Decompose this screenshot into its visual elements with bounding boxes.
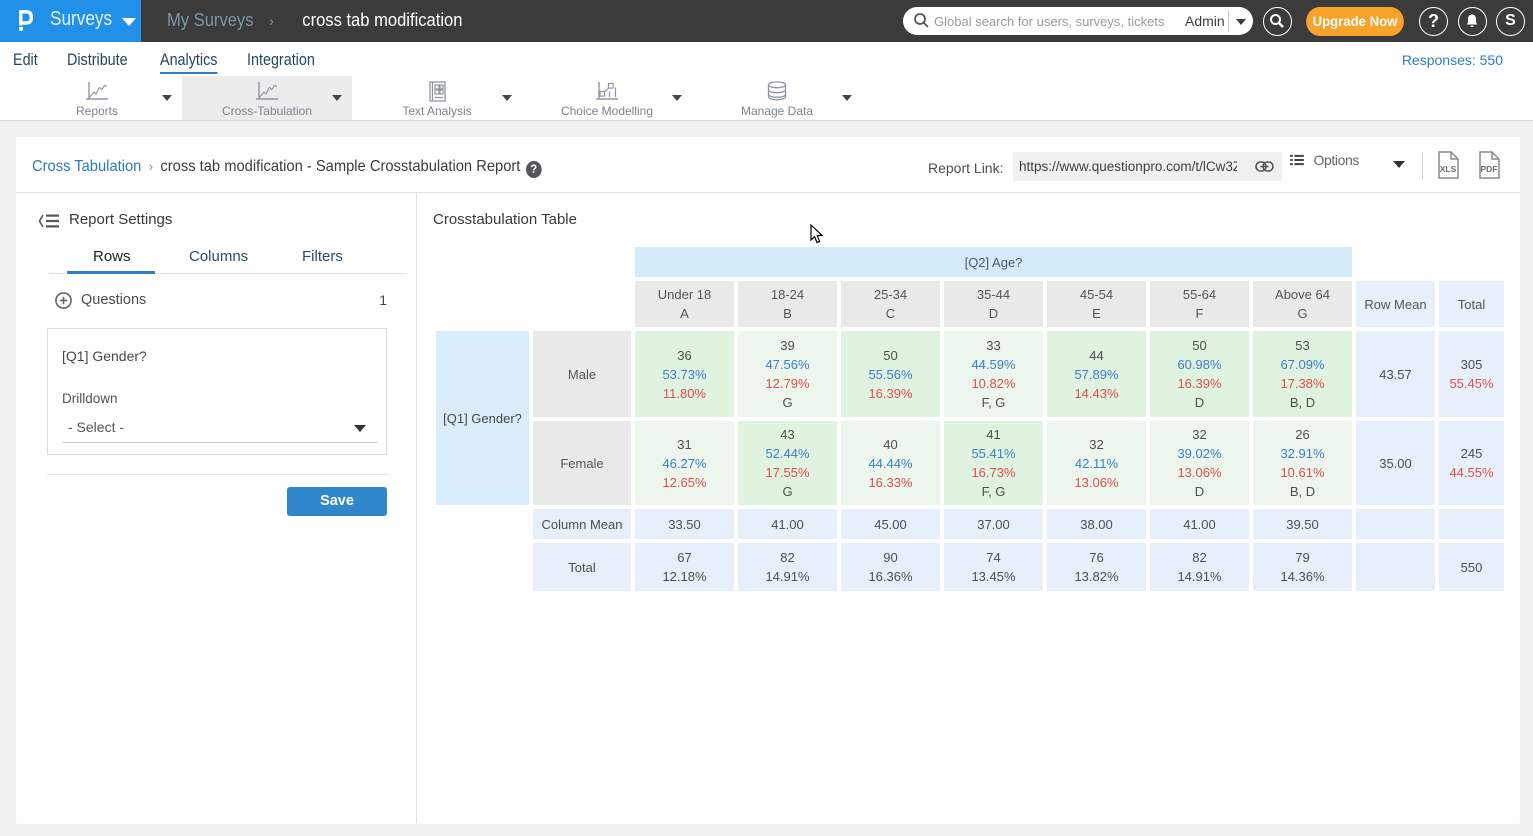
svg-text:XLS: XLS	[1440, 164, 1457, 174]
svg-text:PDF: PDF	[1481, 164, 1498, 174]
